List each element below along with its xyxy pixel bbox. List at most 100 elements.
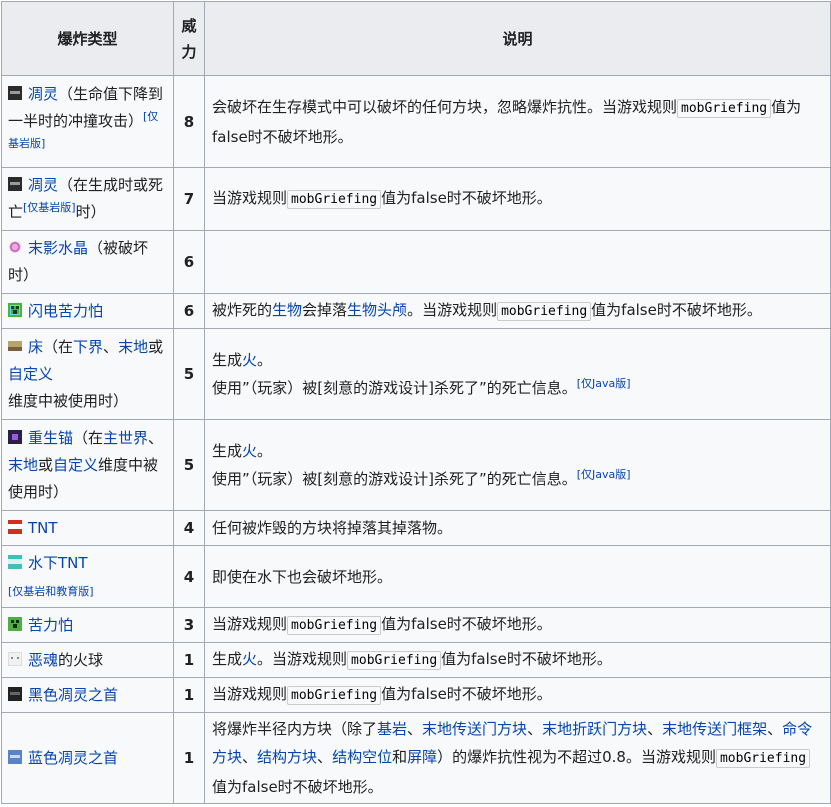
type-cell: 重生锚（在主世界、末地或自定义维度中被使用时）: [1, 419, 174, 511]
desc-text: 生成: [212, 351, 243, 369]
ghast-icon: [8, 651, 22, 666]
desc-text: 、: [407, 720, 423, 738]
type-text: 或: [148, 337, 164, 356]
desc-text: 值为false时不破坏地形。: [441, 650, 612, 668]
table-header-row: 爆炸类型 威力 说明: [1, 1, 831, 76]
tnt-icon: [8, 519, 22, 534]
charged-creeper-link[interactable]: 闪电苦力怕: [28, 302, 103, 320]
end-link[interactable]: 末地: [118, 338, 148, 356]
gamerule-code: mobGriefing: [497, 302, 592, 321]
power-cell: 7: [173, 167, 205, 231]
desc-text: 值为false时不破坏地形。: [381, 189, 552, 207]
ghast-link[interactable]: 恶魂: [28, 651, 58, 669]
explosion-table: 爆炸类型 威力 说明 凋灵（生命值下降到一半时的冲撞攻击）[仅基岩版] 8 会破…: [1, 1, 831, 804]
desc-text: 使用”（玩家）被[刻意的游戏设计]杀死了”的死亡信息。: [212, 470, 577, 488]
header-power: 威力: [173, 1, 205, 76]
barrier-link[interactable]: 屏障: [407, 748, 437, 766]
wither-link[interactable]: 凋灵: [28, 176, 58, 194]
desc-text: 使用”（玩家）被[刻意的游戏设计]杀死了”的死亡信息。: [212, 379, 577, 397]
desc-text: ）的爆炸抗性视为不超过0.8。当游戏规则: [437, 748, 716, 766]
nether-link[interactable]: 下界: [73, 338, 103, 356]
power-cell: 1: [173, 677, 205, 713]
respawn-anchor-icon: [8, 429, 22, 444]
type-cell: 蓝色凋灵之首: [1, 712, 174, 804]
fire-link[interactable]: 火: [242, 351, 257, 369]
desc-cell: 会破坏在生存模式中可以破坏的任何方块，忽略爆炸抗性。当游戏规则 mobGriefi…: [204, 75, 831, 168]
type-text: （在: [73, 428, 104, 447]
desc-text: 。当游戏规则: [407, 301, 498, 319]
table-row: 苦力怕 3 当游戏规则 mobGriefing 值为false时不破坏地形。: [1, 607, 831, 643]
gamerule-code: mobGriefing: [287, 686, 382, 705]
table-row: 水下TNT [仅基岩和教育版] 4 即使在水下也会破坏地形。: [1, 545, 831, 608]
charged-creeper-icon: [8, 302, 22, 317]
desc-cell: 生成火。使用”（玩家）被[刻意的游戏设计]杀死了”的死亡信息。[仅Java版]: [204, 328, 831, 420]
wither-link[interactable]: 凋灵: [28, 85, 58, 103]
table-row: 黑色凋灵之首 1 当游戏规则 mobGriefing 值为false时不破坏地形。: [1, 677, 831, 713]
custom-link[interactable]: 自定义: [8, 365, 53, 383]
desc-cell: 任何被炸毁的方块将掉落其掉落物。: [204, 510, 831, 546]
table-row: 凋灵（在生成时或死亡[仅基岩版]时） 7 当游戏规则 mobGriefing 值为f…: [1, 167, 831, 231]
table-row: 恶魂的火球 1 生成火。当游戏规则 mobGriefing 值为false时不破坏地…: [1, 642, 831, 678]
creeper-link[interactable]: 苦力怕: [28, 616, 73, 634]
end-link[interactable]: 末地: [8, 456, 38, 474]
black-wither-skull-link[interactable]: 黑色凋灵之首: [28, 686, 118, 704]
desc-text: 会掉落: [302, 301, 348, 319]
structure-void-link[interactable]: 结构空位: [332, 748, 392, 766]
desc-text: 和: [392, 748, 408, 766]
desc-cell: 被炸死的生物会掉落生物头颅。当游戏规则 mobGriefing 值为false时不破…: [204, 293, 831, 329]
type-text: 时）: [75, 203, 106, 221]
wither-icon: [8, 177, 22, 191]
type-cell: 黑色凋灵之首: [1, 677, 174, 713]
desc-text: 。: [257, 351, 273, 369]
desc-text: 值为false时不破坏地形。: [212, 778, 383, 796]
custom-link[interactable]: 自定义: [53, 456, 98, 474]
table-row: 重生锚（在主世界、末地或自定义维度中被使用时） 5 生成火。 使用”（玩家）被[刻…: [1, 419, 831, 511]
type-cell: 恶魂的火球: [1, 642, 174, 678]
structure-block-link[interactable]: 结构方块: [257, 748, 317, 766]
type-cell: TNT: [1, 510, 174, 546]
mob-link[interactable]: 生物: [272, 301, 302, 319]
tnt-link[interactable]: TNT: [28, 519, 58, 537]
desc-cell: 将爆炸半径内方块（除了基岩、末地传送门方块、末地折跃门方块、末地传送门框架、命令…: [204, 712, 831, 804]
fire-link[interactable]: 火: [242, 650, 257, 668]
bed-link[interactable]: 床: [28, 338, 43, 356]
desc-cell: 生成火。当游戏规则 mobGriefing 值为false时不破坏地形。: [204, 642, 831, 678]
desc-text: 当游戏规则: [212, 685, 288, 703]
gamerule-code: mobGriefing: [287, 616, 382, 635]
creeper-icon: [8, 616, 22, 631]
overworld-link[interactable]: 主世界: [103, 429, 148, 447]
desc-cell: 当游戏规则 mobGriefing 值为false时不破坏地形。: [204, 167, 831, 231]
desc-cell: 当游戏规则 mobGriefing 值为false时不破坏地形。: [204, 607, 831, 643]
edition-note[interactable]: [仅Java版]: [577, 468, 631, 481]
type-cell: 床（在下界、末地或自定义维度中被使用时）: [1, 328, 174, 420]
table-row: 凋灵（生命值下降到一半时的冲撞攻击）[仅基岩版] 8 会破坏在生存模式中可以破坏…: [1, 75, 831, 168]
desc-text: 将爆炸半径内方块（除了: [212, 720, 378, 738]
desc-text: 、: [767, 720, 783, 738]
desc-cell: [204, 230, 831, 294]
mob-head-link[interactable]: 生物头颅: [347, 301, 407, 319]
underwater-tnt-link[interactable]: 水下TNT: [28, 554, 88, 572]
end-crystal-link[interactable]: 末影水晶: [28, 239, 88, 257]
underwater-tnt-icon: [8, 554, 22, 569]
desc-text: 、: [317, 748, 333, 766]
fire-link[interactable]: 火: [242, 442, 257, 460]
gamerule-code: mobGriefing: [715, 749, 811, 768]
respawn-anchor-link[interactable]: 重生锚: [28, 429, 73, 447]
power-cell: 6: [173, 293, 205, 329]
power-cell: 1: [173, 712, 205, 804]
power-cell: 6: [173, 230, 205, 294]
table-row: 末影水晶（被破坏时） 6: [1, 230, 831, 294]
edition-note[interactable]: [仅基岩和教育版]: [8, 585, 94, 598]
end-gateway-block-link[interactable]: 末地折跃门方块: [542, 720, 647, 738]
type-text: 、: [103, 337, 119, 356]
edition-note[interactable]: [仅基岩版]: [23, 201, 76, 214]
bedrock-link[interactable]: 基岩: [377, 720, 407, 738]
blue-wither-skull-link[interactable]: 蓝色凋灵之首: [28, 749, 118, 767]
edition-note[interactable]: [仅Java版]: [577, 377, 631, 390]
end-portal-frame-link[interactable]: 末地传送门框架: [662, 720, 767, 738]
end-portal-block-link[interactable]: 末地传送门方块: [422, 720, 527, 738]
type-text: 维度中被使用时）: [8, 391, 129, 410]
desc-text: 当游戏规则: [212, 615, 288, 633]
desc-cell: 即使在水下也会破坏地形。: [204, 545, 831, 608]
desc-text: 当游戏规则: [212, 189, 288, 207]
